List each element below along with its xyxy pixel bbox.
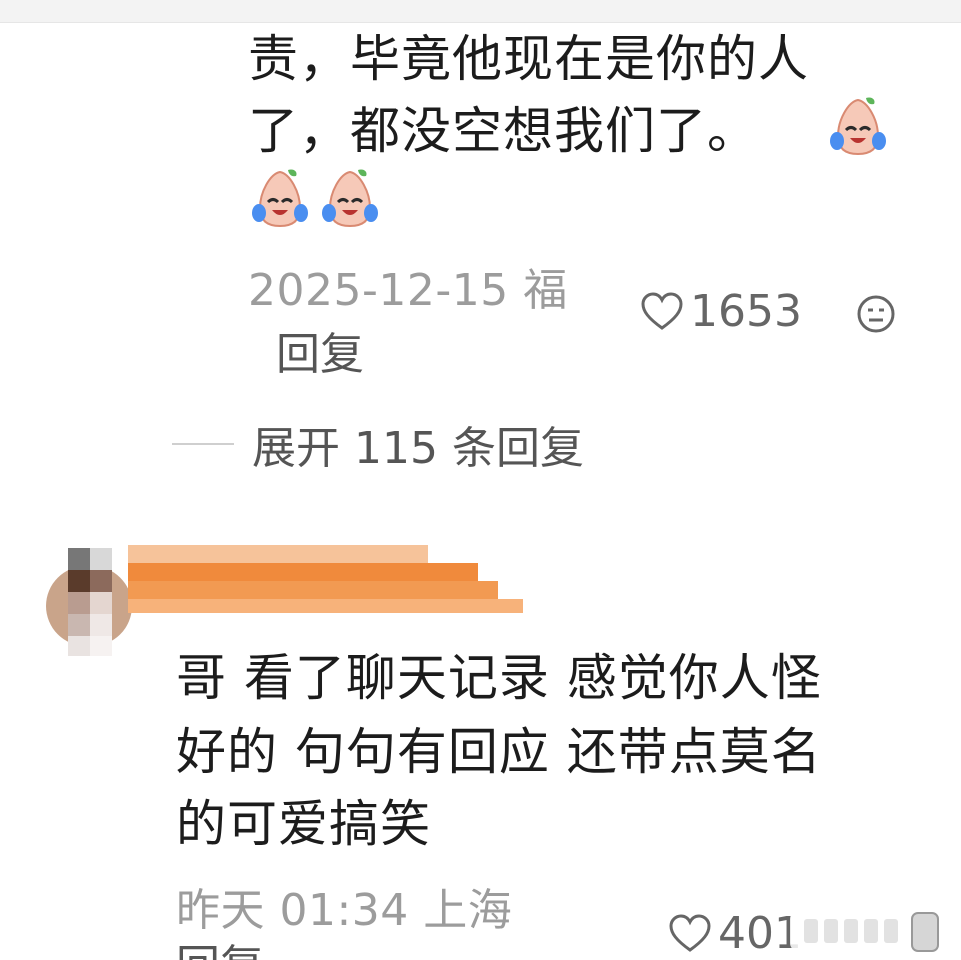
comment-text-line-2: 好的 句句有回应 还带点莫名 <box>176 723 822 781</box>
reply-button[interactable]: 回复 <box>176 930 264 960</box>
expand-replies-label: 展开 115 条回复 <box>252 423 584 474</box>
heart-icon <box>669 913 711 952</box>
comment-text-line-1: 责，毕竟他现在是你的人 <box>248 30 809 88</box>
watermark-logo <box>790 911 950 952</box>
comment-text-line-1: 哥 看了聊天记录 感觉你人怪 <box>176 649 822 707</box>
heart-icon <box>641 291 683 330</box>
comment-time: 昨天 01:34 <box>176 885 409 936</box>
username-blurred <box>128 545 523 613</box>
avatar[interactable] <box>46 548 132 656</box>
like-button[interactable]: 1653 <box>640 286 802 337</box>
crying-laughing-sticker-icon <box>252 169 308 228</box>
crying-laughing-sticker-icon <box>322 169 378 228</box>
top-edge <box>0 0 961 23</box>
comment-meta: 昨天 01:34 上海 <box>176 874 512 938</box>
crying-laughing-sticker-icon <box>830 97 886 156</box>
dislike-face-icon[interactable] <box>856 294 896 334</box>
expand-replies[interactable]: 展开 115 条回复 <box>172 412 584 476</box>
expand-divider <box>172 443 234 445</box>
comment-text-line-3: 的可爱搞笑 <box>176 795 431 853</box>
comment-location: 上海 <box>423 885 513 936</box>
reply-button[interactable]: 回复 <box>276 318 364 382</box>
like-button[interactable]: 401 <box>668 908 802 959</box>
like-count: 1653 <box>690 286 802 337</box>
comment-text-line-2: 了，都没空想我们了。 <box>248 102 758 160</box>
comment-date: 2025-12-15 福 <box>248 265 568 316</box>
